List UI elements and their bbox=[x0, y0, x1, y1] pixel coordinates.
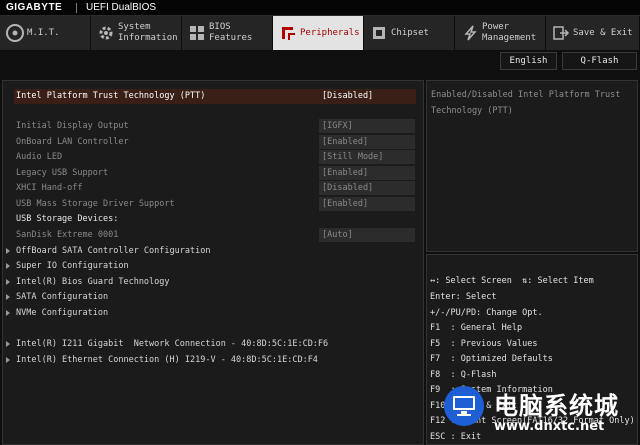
network-i211[interactable]: Intel(R) I211 Gigabit Network Connection… bbox=[3, 337, 423, 352]
submenu-nvme-configuration[interactable]: NVMe Configuration bbox=[3, 306, 423, 321]
tab-save-exit[interactable]: Save & Exit bbox=[546, 16, 640, 50]
tab-label: M.I.T. bbox=[27, 27, 60, 38]
setting-value[interactable]: [Disabled] bbox=[319, 89, 415, 103]
tab-chipset[interactable]: Chipset bbox=[364, 16, 455, 50]
setting-label: Legacy USB Support bbox=[16, 168, 109, 178]
tab-label: BIOS Features bbox=[209, 22, 253, 43]
language-button[interactable]: English bbox=[500, 52, 557, 70]
setting-row-audio-led[interactable]: Audio LED [Still Mode] bbox=[3, 150, 423, 165]
setting-row-ptt[interactable]: Intel Platform Trust Technology (PTT) [D… bbox=[14, 89, 416, 104]
submenu-arrow-icon bbox=[6, 310, 10, 316]
brand-bar: GIGABYTE UEFI DualBIOS bbox=[0, 0, 640, 16]
peripherals-icon bbox=[279, 24, 297, 42]
brand-logo: GIGABYTE bbox=[6, 2, 63, 13]
submenu-label: NVMe Configuration bbox=[16, 308, 109, 318]
setting-value[interactable]: [IGFX] bbox=[319, 119, 415, 133]
submenu-arrow-icon bbox=[6, 279, 10, 285]
network-label: Intel(R) Ethernet Connection (H) I219-V … bbox=[16, 355, 318, 365]
setting-value[interactable]: [Disabled] bbox=[319, 181, 415, 195]
setting-value[interactable]: [Enabled] bbox=[319, 135, 415, 149]
tab-bios-features[interactable]: BIOS Features bbox=[182, 16, 273, 50]
network-label: Intel(R) I211 Gigabit Network Connection… bbox=[16, 339, 329, 349]
tab-label: Power Management bbox=[482, 22, 537, 43]
setting-label: Initial Display Output bbox=[16, 121, 129, 131]
setting-label: USB Mass Storage Driver Support bbox=[16, 199, 175, 209]
setting-value[interactable]: [Still Mode] bbox=[319, 150, 415, 164]
product-name: UEFI DualBIOS bbox=[86, 2, 157, 13]
brand-divider bbox=[76, 3, 77, 13]
help-panel: Enabled/Disabled Intel Platform Trust Te… bbox=[426, 80, 638, 252]
submenu-super-io[interactable]: Super IO Configuration bbox=[3, 259, 423, 274]
watermark-text: 电脑系统城 bbox=[494, 392, 619, 420]
usb-storage-devices-heading: USB Storage Devices: bbox=[3, 212, 423, 227]
tab-label: Peripherals bbox=[300, 27, 360, 38]
gear-icon bbox=[97, 24, 115, 42]
submenu-bios-guard[interactable]: Intel(R) Bios Guard Technology bbox=[3, 275, 423, 290]
key-hint: ↔: Select Screen ⇅: Select Item bbox=[430, 276, 594, 286]
watermark: 电脑系统城 www.dnxtc.net bbox=[442, 384, 640, 445]
key-hint: F5 : Previous Values bbox=[430, 339, 538, 349]
grid-icon bbox=[188, 24, 206, 42]
setting-row-initial-display[interactable]: Initial Display Output [IGFX] bbox=[3, 119, 423, 134]
tab-mit[interactable]: M.I.T. bbox=[0, 16, 91, 50]
setting-row-legacy-usb[interactable]: Legacy USB Support [Enabled] bbox=[3, 166, 423, 181]
watermark-url: www.dnxtc.net bbox=[494, 419, 605, 434]
setting-row-xhci-handoff[interactable]: XHCI Hand-off [Disabled] bbox=[3, 181, 423, 196]
setting-label: SanDisk Extreme 0001 bbox=[16, 230, 119, 240]
exit-icon bbox=[552, 24, 570, 42]
submenu-sata-configuration[interactable]: SATA Configuration bbox=[3, 290, 423, 305]
submenu-label: SATA Configuration bbox=[16, 292, 109, 302]
power-icon bbox=[461, 24, 479, 42]
disc-icon bbox=[6, 24, 24, 42]
submenu-label: Intel(R) Bios Guard Technology bbox=[16, 277, 170, 287]
key-hint: F7 : Optimized Defaults bbox=[430, 354, 553, 364]
key-hint: Enter: Select bbox=[430, 292, 497, 302]
setting-value[interactable]: [Auto] bbox=[319, 228, 415, 242]
tab-label: System Information bbox=[118, 22, 178, 43]
setting-label: OnBoard LAN Controller bbox=[16, 137, 129, 147]
setting-label: Intel Platform Trust Technology (PTT) bbox=[16, 91, 206, 101]
key-hint: F1 : General Help bbox=[430, 323, 523, 333]
submenu-arrow-icon bbox=[6, 263, 10, 269]
submenu-arrow-icon bbox=[6, 341, 10, 347]
qflash-button[interactable]: Q-Flash bbox=[562, 52, 637, 70]
setting-value[interactable]: [Enabled] bbox=[319, 166, 415, 180]
submenu-label: Super IO Configuration bbox=[16, 261, 129, 271]
key-hint: +/-/PU/PD: Change Opt. bbox=[430, 308, 543, 318]
submenu-offboard-sata[interactable]: OffBoard SATA Controller Configuration bbox=[3, 244, 423, 259]
setting-row-onboard-lan[interactable]: OnBoard LAN Controller [Enabled] bbox=[3, 135, 423, 150]
submenu-label: OffBoard SATA Controller Configuration bbox=[16, 246, 211, 256]
setting-row-sandisk[interactable]: SanDisk Extreme 0001 [Auto] bbox=[3, 228, 423, 243]
help-text: Enabled/Disabled Intel Platform Trust Te… bbox=[431, 90, 621, 116]
tab-peripherals[interactable]: Peripherals bbox=[273, 16, 364, 50]
tab-label: Chipset bbox=[391, 27, 429, 38]
submenu-arrow-icon bbox=[6, 357, 10, 363]
submenu-arrow-icon bbox=[6, 294, 10, 300]
watermark-logo-icon bbox=[442, 384, 486, 428]
section-heading: USB Storage Devices: bbox=[16, 214, 119, 224]
chip-icon bbox=[370, 24, 388, 42]
setting-label: XHCI Hand-off bbox=[16, 183, 83, 193]
network-i219v[interactable]: Intel(R) Ethernet Connection (H) I219-V … bbox=[3, 353, 423, 368]
tab-bar: M.I.T. System Information BIOS Features … bbox=[0, 16, 640, 50]
tab-system-information[interactable]: System Information bbox=[91, 16, 182, 50]
key-hint: F8 : Q-Flash bbox=[430, 370, 497, 380]
setting-row-usb-mass-storage[interactable]: USB Mass Storage Driver Support [Enabled… bbox=[3, 197, 423, 212]
settings-panel: Intel Platform Trust Technology (PTT) [D… bbox=[2, 80, 424, 445]
tab-label: Save & Exit bbox=[573, 27, 633, 38]
tab-power-management[interactable]: Power Management bbox=[455, 16, 546, 50]
setting-value[interactable]: [Enabled] bbox=[319, 197, 415, 211]
setting-label: Audio LED bbox=[16, 152, 63, 162]
submenu-arrow-icon bbox=[6, 248, 10, 254]
